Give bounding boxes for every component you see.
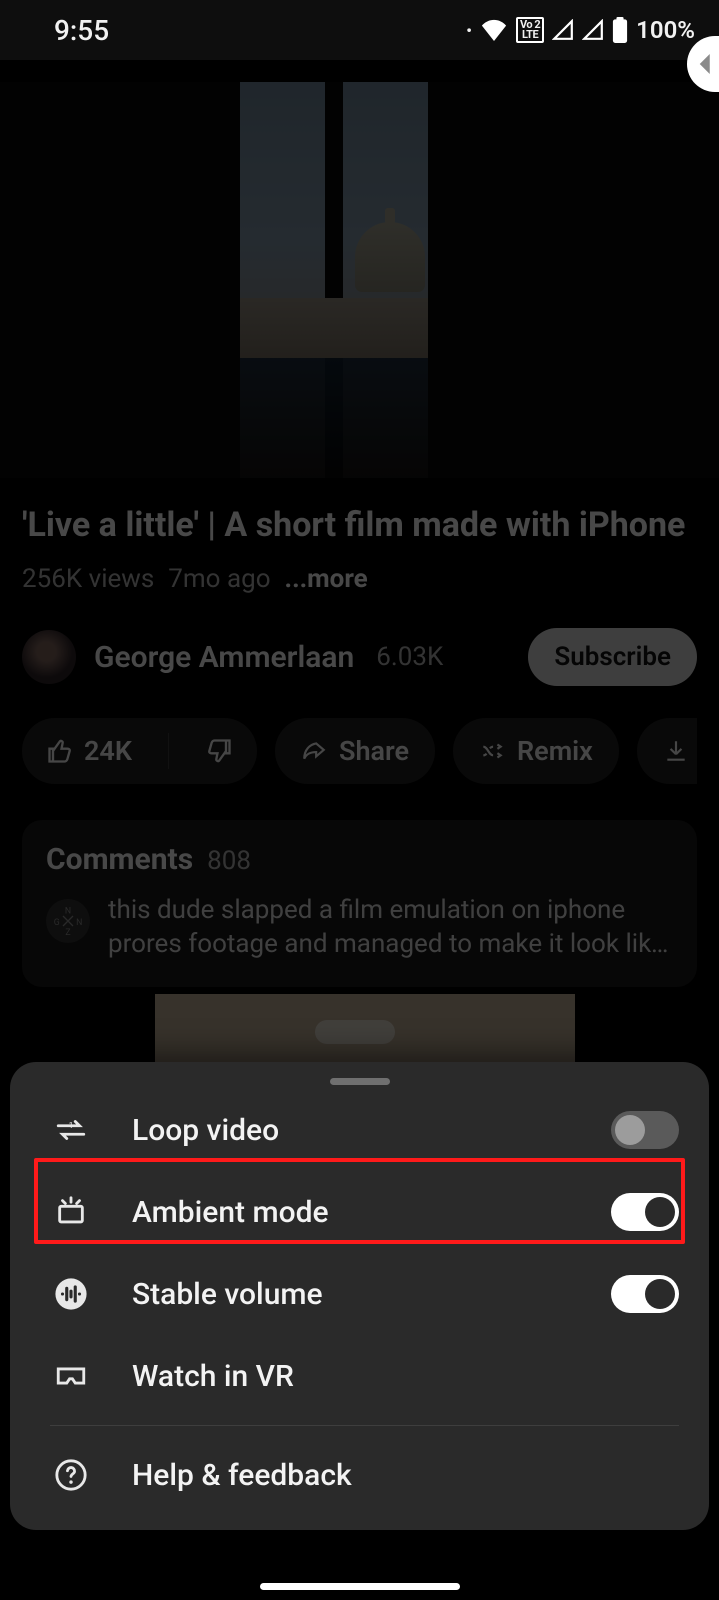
menu-item-loop[interactable]: 1 Loop video bbox=[10, 1089, 709, 1171]
loop-icon: 1 bbox=[50, 1113, 92, 1147]
svg-text:Z: Z bbox=[65, 928, 70, 936]
menu-separator bbox=[50, 1425, 679, 1426]
menu-item-help[interactable]: Help & feedback bbox=[10, 1434, 709, 1516]
like-count: 24K bbox=[84, 735, 132, 767]
chevron-left-icon bbox=[699, 54, 713, 74]
like-button[interactable]: 24K bbox=[22, 718, 156, 784]
video-player[interactable] bbox=[0, 82, 719, 478]
svg-text:N: N bbox=[76, 918, 82, 928]
thumbs-down-icon bbox=[205, 737, 233, 765]
channel-name[interactable]: George Ammerlaan bbox=[94, 640, 354, 675]
stable-volume-icon bbox=[50, 1277, 92, 1311]
dislike-button[interactable] bbox=[181, 718, 257, 784]
thumbs-up-icon bbox=[46, 737, 74, 765]
loop-toggle[interactable] bbox=[611, 1111, 679, 1149]
share-icon bbox=[301, 738, 327, 764]
status-time: 9:55 bbox=[54, 14, 109, 47]
ambient-label: Ambient mode bbox=[132, 1195, 611, 1230]
compass-icon: NZGN bbox=[53, 906, 83, 936]
gesture-nav-pill[interactable] bbox=[260, 1583, 460, 1590]
upload-age: 7mo ago bbox=[168, 564, 270, 594]
action-chips: 24K Share Remix Download bbox=[22, 718, 697, 784]
status-bar: 9:55 • Vo 2LTE 100% bbox=[0, 0, 719, 60]
remix-icon bbox=[479, 738, 505, 764]
like-dislike-chip: 24K bbox=[22, 718, 257, 784]
signal-1-icon bbox=[552, 19, 574, 41]
subscribe-button[interactable]: Subscribe bbox=[528, 628, 697, 686]
video-meta[interactable]: 256K views 7mo ago ...more bbox=[22, 564, 697, 594]
more-link[interactable]: ...more bbox=[285, 564, 368, 594]
comments-title: Comments bbox=[46, 842, 193, 877]
menu-item-stable-volume[interactable]: Stable volume bbox=[10, 1253, 709, 1335]
video-title[interactable]: 'Live a little' | A short film made with… bbox=[22, 504, 697, 546]
remix-label: Remix bbox=[517, 735, 593, 767]
status-icons: • Vo 2LTE 100% bbox=[466, 16, 695, 44]
remix-button[interactable]: Remix bbox=[453, 718, 619, 784]
volte-icon: Vo 2LTE bbox=[516, 17, 544, 43]
signal-2-icon bbox=[582, 19, 604, 41]
commenter-avatar: NZGN bbox=[46, 899, 90, 943]
download-icon bbox=[663, 738, 689, 764]
dot-indicator-icon: • bbox=[466, 21, 472, 40]
stable-volume-label: Stable volume bbox=[132, 1277, 611, 1312]
channel-row[interactable]: George Ammerlaan 6.03K Subscribe bbox=[22, 628, 697, 686]
help-label: Help & feedback bbox=[132, 1458, 679, 1493]
video-details: 'Live a little' | A short film made with… bbox=[0, 478, 719, 987]
subscriber-count: 6.03K bbox=[376, 642, 443, 672]
comments-panel[interactable]: Comments 808 NZGN this dude slapped a fi… bbox=[22, 820, 697, 987]
share-button[interactable]: Share bbox=[275, 718, 435, 784]
ambient-toggle[interactable] bbox=[611, 1193, 679, 1231]
battery-percent: 100% bbox=[636, 16, 695, 44]
vr-label: Watch in VR bbox=[132, 1359, 679, 1394]
vr-icon bbox=[50, 1359, 92, 1393]
help-icon bbox=[50, 1458, 92, 1492]
comments-count: 808 bbox=[207, 846, 251, 876]
ambient-mode-icon bbox=[50, 1195, 92, 1229]
loop-label: Loop video bbox=[132, 1113, 611, 1148]
player-options-sheet: 1 Loop video Ambient mode Stable volume … bbox=[10, 1062, 709, 1530]
channel-avatar[interactable] bbox=[22, 630, 76, 684]
wifi-icon bbox=[480, 19, 508, 41]
sheet-grabber[interactable] bbox=[330, 1078, 390, 1085]
download-button[interactable]: Download bbox=[637, 718, 697, 784]
battery-icon bbox=[612, 17, 628, 43]
menu-item-vr[interactable]: Watch in VR bbox=[10, 1335, 709, 1417]
view-count: 256K views bbox=[22, 564, 154, 594]
svg-text:N: N bbox=[65, 907, 71, 917]
svg-text:G: G bbox=[54, 918, 60, 928]
stable-volume-toggle[interactable] bbox=[611, 1275, 679, 1313]
menu-item-ambient[interactable]: Ambient mode bbox=[10, 1171, 709, 1253]
top-comment-text: this dude slapped a film emulation on ip… bbox=[108, 893, 673, 961]
share-label: Share bbox=[339, 735, 409, 767]
svg-text:1: 1 bbox=[69, 1121, 74, 1131]
